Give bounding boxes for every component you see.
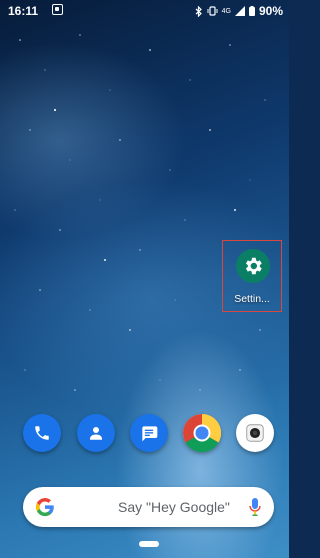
mic-icon[interactable]	[248, 497, 262, 517]
chrome-icon	[183, 414, 221, 452]
messages-app-button[interactable]	[130, 414, 168, 452]
search-placeholder: Say "Hey Google"	[118, 499, 230, 515]
camera-app-button[interactable]	[236, 414, 274, 452]
status-bar: 16:11 4G 90%	[0, 0, 289, 22]
camera-icon	[246, 424, 264, 442]
status-time: 16:11	[8, 4, 39, 18]
status-indicators: 4G 90%	[195, 4, 283, 18]
vibrate-icon	[207, 6, 218, 16]
battery-level: 90%	[258, 4, 283, 18]
settings-app-shortcut[interactable]: Settin...	[222, 240, 282, 312]
notification-icon	[52, 4, 63, 15]
contacts-icon	[90, 427, 102, 440]
home-gesture-pill[interactable]	[139, 541, 159, 547]
settings-app-icon	[236, 249, 270, 283]
chrome-app-button[interactable]	[183, 414, 221, 452]
signal-icon	[234, 6, 245, 16]
settings-app-label: Settin...	[234, 293, 270, 305]
google-g-icon	[35, 498, 54, 517]
contacts-app-button[interactable]	[77, 414, 115, 452]
messages-icon	[142, 426, 158, 442]
network-type: 4G	[221, 7, 231, 15]
phone-icon	[35, 426, 49, 440]
dock	[0, 414, 289, 454]
gear-icon	[245, 257, 262, 275]
phone-app-button[interactable]	[23, 414, 61, 452]
google-search-bar[interactable]: Say "Hey Google"	[23, 487, 274, 527]
bluetooth-icon	[195, 5, 202, 17]
battery-icon	[248, 6, 255, 16]
